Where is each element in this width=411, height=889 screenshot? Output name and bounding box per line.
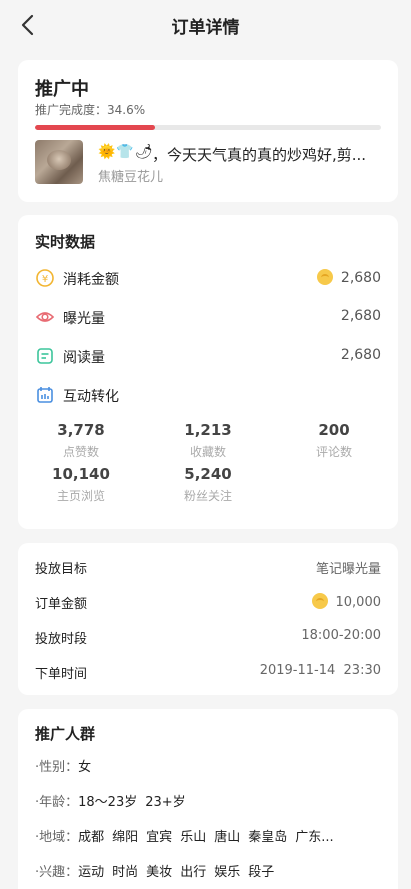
info-value: 2019-11-14 23:30 (259, 663, 381, 678)
audience-value: 女 (78, 760, 92, 775)
metric-exposure: 曝光量 2,680 (35, 306, 381, 328)
audience-card: 推广人群 ·性别：女 ·年龄：18～23岁 23+岁 ·地域：成都 绵阳 宜宾 乐山 唐山… (18, 709, 398, 889)
info-label: 下单时间 (35, 667, 88, 682)
info-row-amount: 订单金额 10,000 (35, 593, 381, 613)
info-label: 订单金额 (35, 597, 88, 612)
note-author: 焦糖豆花儿 (98, 170, 164, 185)
audience-gender: ·性别：女 (35, 756, 385, 775)
eye-icon (35, 312, 55, 322)
info-row-time: 下单时间 2019-11-14 23:30 (35, 663, 381, 683)
stat-number: 1,213 (184, 421, 232, 439)
note-emojis: 🌞👕🌶 (98, 144, 154, 160)
status-title: 推广中 (35, 79, 89, 100)
progress-label: 推广完成度：34.6% (35, 103, 146, 117)
progress-fill (35, 125, 155, 130)
coin-icon (316, 269, 333, 285)
audience-value: 美妆 (146, 865, 173, 880)
stat-profile-views: 10,140 主页浏览 (26, 465, 136, 504)
info-value: 18:00-20:00 (301, 628, 381, 643)
nav-bar: 订单详情 (0, 0, 411, 50)
audience-value: 娱乐 (214, 865, 241, 880)
audience-value: 运动 (78, 865, 105, 880)
section-title: 推广人群 (35, 725, 96, 743)
audience-label: ·年龄： (35, 795, 79, 810)
stat-followers: 5,240 粉丝关注 (153, 465, 263, 504)
audience-region: ·地域：成都 绵阳 宜宾 乐山 唐山 秦皇岛 广东... (35, 826, 385, 845)
info-value: 10,000 (311, 593, 381, 610)
info-label: 投放目标 (35, 562, 88, 577)
metric-label: 互动转化 (63, 389, 119, 405)
info-value: 笔记曝光量 (315, 562, 381, 577)
audience-value: 秦皇岛 (248, 830, 288, 845)
metric-value: 2,680 (340, 308, 381, 324)
audience-value: 唐山 (214, 830, 241, 845)
metric-reads: 阅读量 2,680 (35, 345, 381, 367)
document-icon (37, 348, 53, 364)
audience-value: 成都 (78, 830, 105, 845)
stat-number: 5,240 (184, 465, 232, 483)
promotion-status-card: 推广中 推广完成度：34.6% 🌞👕🌶 ，今天天气真的真的炒鸡好,剪... 焦糖… (18, 60, 398, 202)
stat-collects: 1,213 收藏数 (153, 421, 263, 460)
metric-label: 阅读量 (63, 350, 105, 366)
stat-number: 10,140 (52, 465, 110, 483)
audience-value: 时尚 (112, 865, 139, 880)
stat-likes: 3,778 点赞数 (26, 421, 136, 460)
note-title[interactable]: ，今天天气真的真的炒鸡好,剪... (152, 144, 366, 165)
stat-label: 点赞数 (62, 445, 99, 459)
coin-circle-icon: ¥ (36, 269, 54, 287)
svg-text:¥: ¥ (42, 274, 48, 285)
audience-age: ·年龄：18～23岁 23+岁 (35, 791, 385, 810)
stat-number: 200 (318, 421, 350, 439)
section-title: 实时数据 (35, 233, 96, 251)
info-label: 投放时段 (35, 632, 88, 647)
audience-label: ·性别： (35, 760, 79, 775)
audience-value: 宜宾 (146, 830, 173, 845)
metric-label: 消耗金额 (63, 272, 119, 288)
note-thumbnail[interactable] (35, 140, 83, 184)
stat-number: 3,778 (57, 421, 105, 439)
metric-value: 2,680 (340, 347, 381, 363)
info-row-period: 投放时段 18:00-20:00 (35, 628, 381, 648)
info-row-target: 投放目标 笔记曝光量 (35, 558, 381, 578)
audience-value: 广东... (295, 830, 334, 845)
audience-value: 出行 (180, 865, 207, 880)
page-title: 订单详情 (171, 18, 240, 38)
coin-icon (311, 593, 328, 609)
metric-consumed: ¥ 消耗金额 2,680 (35, 267, 381, 289)
metric-label: 曝光量 (63, 311, 105, 327)
audience-label: ·地域： (35, 830, 79, 845)
audience-interest: ·兴趣：运动 时尚 美妆 出行 娱乐 段子 (35, 861, 385, 880)
order-info-card: 投放目标 笔记曝光量 订单金额 10,000 投放时段 18:00-20:00 … (18, 543, 398, 695)
audience-value: 乐山 (180, 830, 207, 845)
audience-value: 23+岁 (145, 795, 186, 810)
metric-value: 2,680 (316, 269, 381, 286)
stat-label: 收藏数 (189, 445, 226, 459)
chart-icon (37, 387, 53, 403)
metric-interaction: 互动转化 (35, 384, 381, 406)
audience-value: 18～23岁 (78, 795, 138, 810)
stat-label: 粉丝关注 (183, 489, 232, 503)
audience-label: ·兴趣： (35, 865, 79, 880)
progress-bar (35, 125, 381, 130)
audience-value: 段子 (248, 865, 275, 880)
stat-label: 评论数 (315, 445, 352, 459)
stat-comments: 200 评论数 (279, 421, 389, 460)
stat-label: 主页浏览 (56, 489, 105, 503)
realtime-data-card: 实时数据 ¥ 消耗金额 2,680 曝光量 2,680 阅读量 2,680 互动… (18, 215, 398, 529)
audience-value: 绵阳 (112, 830, 139, 845)
